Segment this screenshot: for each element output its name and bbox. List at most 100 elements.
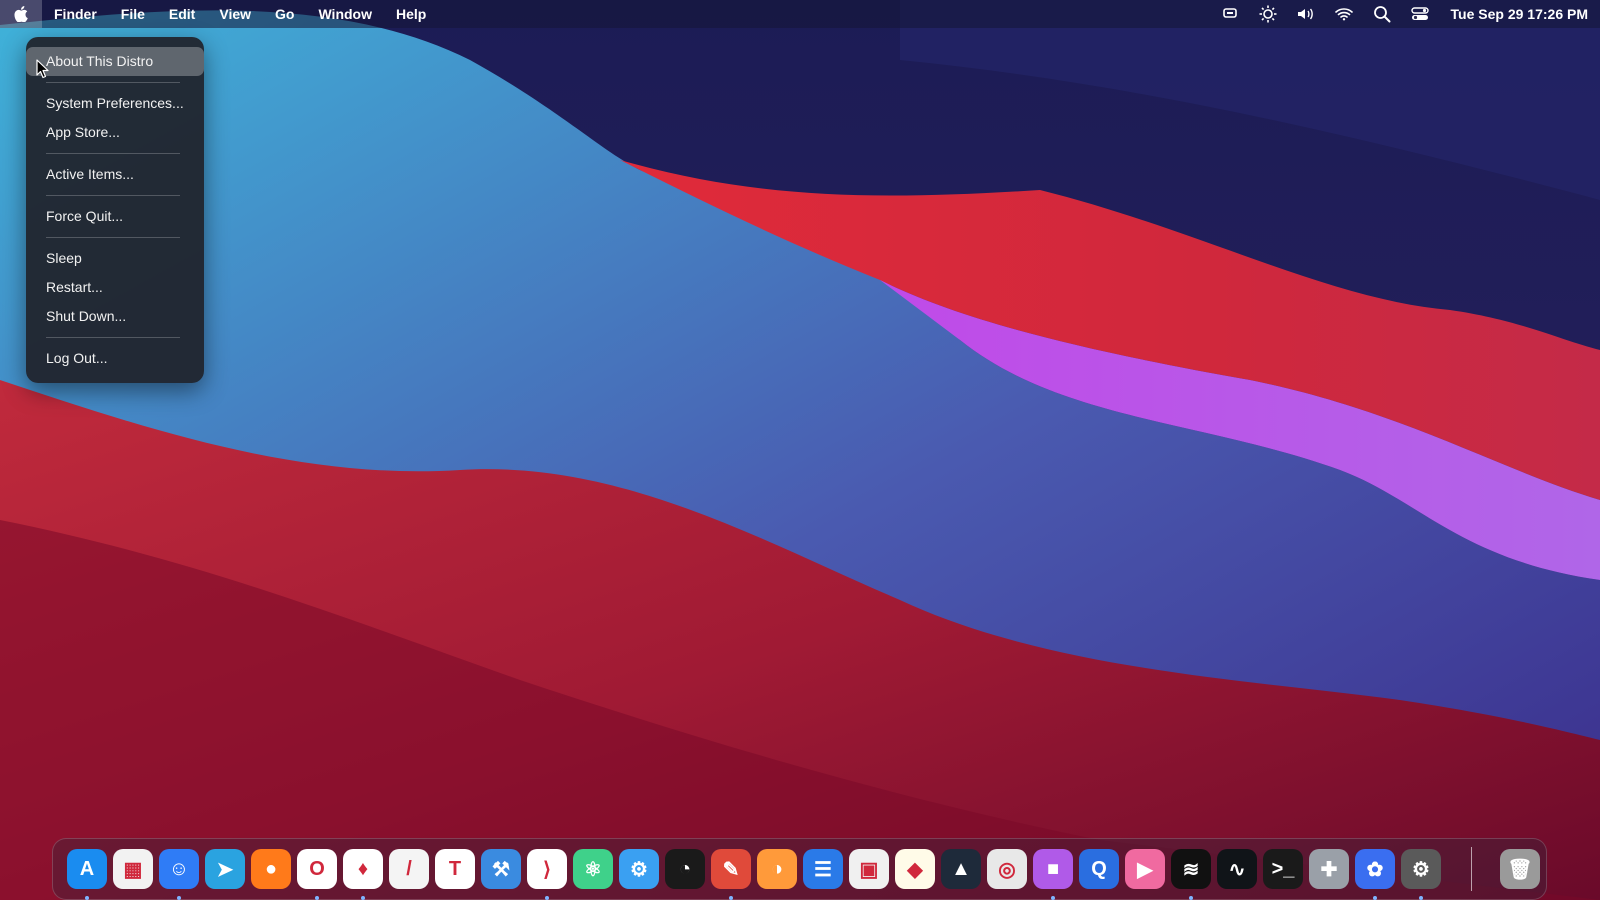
running-indicator	[177, 896, 181, 900]
media-player-icon: ▶	[1125, 849, 1165, 889]
running-indicator	[85, 896, 89, 900]
dock-item-opera[interactable]: O	[297, 849, 337, 900]
dock-item-activity-monitor[interactable]: ∿	[1217, 849, 1257, 889]
safari-compass-icon: ✎	[711, 849, 751, 889]
menu-separator	[46, 153, 180, 154]
terminal-icon: >_	[1263, 849, 1303, 889]
color-wheel-icon: ◑	[757, 849, 797, 889]
opera-icon: O	[297, 849, 337, 889]
menu-help[interactable]: Help	[384, 0, 438, 28]
activity-monitor-icon: ∿	[1217, 849, 1257, 889]
image-viewer-icon: ▣	[849, 849, 889, 889]
menu-item-system-preferences[interactable]: System Preferences...	[26, 89, 204, 118]
dock-item-extensions[interactable]: ✚	[1309, 849, 1349, 889]
running-indicator	[315, 896, 319, 900]
running-indicator	[1051, 896, 1055, 900]
dock-item-sketch[interactable]: ◆	[895, 849, 935, 889]
dock-item-firefox[interactable]: ●	[251, 849, 291, 889]
menubar-clock[interactable]: Tue Sep 29 17:26 PM	[1451, 6, 1588, 22]
running-indicator	[1189, 896, 1193, 900]
menu-window[interactable]: Window	[306, 0, 384, 28]
system-preferences-icon: ⚙	[1401, 849, 1441, 889]
menu-go[interactable]: Go	[263, 0, 306, 28]
menu-item-active-items[interactable]: Active Items...	[26, 160, 204, 189]
menu-view[interactable]: View	[207, 0, 263, 28]
preview-icon: ▲	[941, 849, 981, 889]
running-indicator	[1373, 896, 1377, 900]
search-icon[interactable]	[1371, 3, 1393, 25]
dock-item-color-wheel[interactable]: ◑	[757, 849, 797, 889]
dock-item-app-store[interactable]: A	[67, 849, 107, 900]
menu-edit[interactable]: Edit	[157, 0, 207, 28]
dock-item-spotify[interactable]: ≋	[1171, 849, 1211, 900]
atom-icon: ⚛	[573, 849, 613, 889]
dock-item-typora[interactable]: T	[435, 849, 475, 889]
dock-item-settings-gear[interactable]: ⚙	[619, 849, 659, 889]
brave-icon: ♦	[343, 849, 383, 889]
desktop-wallpaper	[0, 0, 1600, 900]
menu-item-restart[interactable]: Restart...	[26, 273, 204, 302]
dock-item-vscode[interactable]: ⟩	[527, 849, 567, 900]
dashboard-icon: ◔	[665, 849, 705, 889]
menu-item-about-this-distro[interactable]: About This Distro	[26, 47, 204, 76]
menu-item-shut-down[interactable]: Shut Down...	[26, 302, 204, 331]
dock-item-finder[interactable]: ☺	[159, 849, 199, 900]
menu-item-force-quit[interactable]: Force Quit...	[26, 202, 204, 231]
dock-item-gimp[interactable]: ✿	[1355, 849, 1395, 900]
dock-item-image-viewer[interactable]: ▣	[849, 849, 889, 889]
running-indicator	[1419, 896, 1423, 900]
volume-icon[interactable]	[1295, 3, 1317, 25]
menu-item-app-store[interactable]: App Store...	[26, 118, 204, 147]
dock-item-terminal[interactable]: >_	[1263, 849, 1303, 889]
menu-separator	[46, 195, 180, 196]
dock-item-safari-compass[interactable]: ✎	[711, 849, 751, 900]
apple-menu-button[interactable]	[0, 0, 42, 28]
typora-icon: T	[435, 849, 475, 889]
dock-item-screenshot[interactable]: ◎	[987, 849, 1027, 889]
dock-divider	[1471, 847, 1472, 891]
dock-item-dashboard[interactable]: ◔	[665, 849, 705, 889]
dock-item-media-player[interactable]: ▶	[1125, 849, 1165, 889]
menu-file[interactable]: File	[109, 0, 157, 28]
running-indicator	[729, 896, 733, 900]
dock: A ▦ ☺ ➤ ● O ♦ / T ⚒ ⟩ ⚛ ⚙ ◔ ✎ ◑ ☰ ▣ ◆ ▲ ◎ ■ Q ▶ ≋ ∿ >_ ✚ ✿ ⚙ 🗑	[52, 838, 1547, 900]
text-editor-icon: /	[389, 849, 429, 889]
menu-finder[interactable]: Finder	[42, 0, 109, 28]
running-indicator	[361, 896, 365, 900]
dock-item-trash[interactable]: 🗑	[1500, 849, 1540, 889]
video-recorder-icon: ■	[1033, 849, 1073, 889]
quicktime-icon: Q	[1079, 849, 1119, 889]
dock-item-brave[interactable]: ♦	[343, 849, 383, 900]
dock-item-atom[interactable]: ⚛	[573, 849, 613, 889]
dock-item-video-recorder[interactable]: ■	[1033, 849, 1073, 900]
telegram-icon: ➤	[205, 849, 245, 889]
menu-bar: Finder File Edit View Go Window Help Tue…	[0, 0, 1600, 28]
xcode-icon: ⚒	[481, 849, 521, 889]
wifi-icon[interactable]	[1333, 3, 1355, 25]
running-indicator	[545, 896, 549, 900]
apple-icon	[14, 6, 28, 22]
launchpad-icon: ▦	[113, 849, 153, 889]
dock-item-text-editor[interactable]: /	[389, 849, 429, 889]
finder-icon: ☺	[159, 849, 199, 889]
dock-item-system-preferences[interactable]: ⚙	[1401, 849, 1441, 900]
trash-icon: 🗑	[1500, 849, 1540, 889]
brightness-icon[interactable]	[1257, 3, 1279, 25]
menu-separator	[46, 82, 180, 83]
menu-item-log-out[interactable]: Log Out...	[26, 344, 204, 373]
dock-item-telegram[interactable]: ➤	[205, 849, 245, 889]
mouse-cursor-icon	[36, 59, 49, 79]
control-center-icon[interactable]	[1409, 3, 1431, 25]
dock-item-quicktime[interactable]: Q	[1079, 849, 1119, 889]
dock-item-launchpad[interactable]: ▦	[113, 849, 153, 889]
menu-item-sleep[interactable]: Sleep	[26, 244, 204, 273]
spotify-icon: ≋	[1171, 849, 1211, 889]
dock-item-document-viewer[interactable]: ☰	[803, 849, 843, 889]
extensions-icon: ✚	[1309, 849, 1349, 889]
settings-gear-icon: ⚙	[619, 849, 659, 889]
vscode-icon: ⟩	[527, 849, 567, 889]
dock-item-preview[interactable]: ▲	[941, 849, 981, 889]
screen-record-icon[interactable]	[1219, 3, 1241, 25]
document-viewer-icon: ☰	[803, 849, 843, 889]
dock-item-xcode[interactable]: ⚒	[481, 849, 521, 889]
